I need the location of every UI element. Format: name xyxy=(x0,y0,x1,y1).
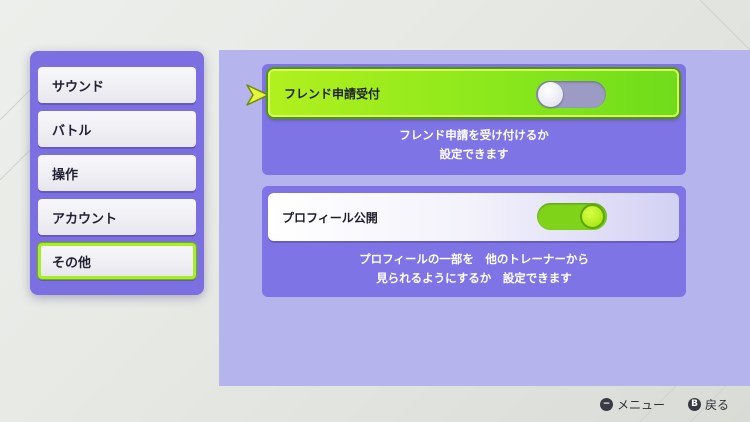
settings-category-menu: サウンド バトル 操作 アカウント その他 xyxy=(30,51,204,295)
back-hint[interactable]: B 戻る xyxy=(688,396,729,412)
sidebar-item-label: アカウント xyxy=(52,211,118,227)
description-line: 見られるようにするか 設定できます xyxy=(376,271,572,285)
menu-hint[interactable]: − メニュー xyxy=(600,396,665,412)
sidebar-item-label: サウンド xyxy=(52,79,105,95)
sidebar-item-battle[interactable]: バトル xyxy=(38,111,196,147)
sidebar-item-label: その他 xyxy=(52,255,92,271)
sidebar-item-account[interactable]: アカウント xyxy=(38,199,196,235)
description-line: プロフィールの一部を 他のトレーナーから xyxy=(359,252,589,266)
selection-cursor-icon xyxy=(246,84,269,106)
menu-hint-label: メニュー xyxy=(617,397,666,412)
sidebar-item-label: 操作 xyxy=(52,167,79,183)
description-line: フレンド申請を受け付けるか xyxy=(399,128,549,142)
profile-public-toggle[interactable] xyxy=(537,203,607,230)
toggle-knob xyxy=(538,82,563,107)
sidebar-item-other[interactable]: その他 xyxy=(38,243,196,279)
toggle-knob xyxy=(580,204,605,229)
back-hint-label: 戻る xyxy=(705,397,730,412)
profile-public-setting-row[interactable]: プロフィール公開 xyxy=(268,193,679,241)
setting-label: フレンド申請受付 xyxy=(284,86,381,101)
friend-request-toggle[interactable] xyxy=(536,81,606,108)
profile-public-description: プロフィールの一部を 他のトレーナーから 見られるようにするか 設定できます xyxy=(262,250,686,288)
sidebar-item-sound[interactable]: サウンド xyxy=(38,67,196,103)
b-button-icon: B xyxy=(688,397,701,411)
friend-request-setting-row[interactable]: フレンド申請受付 xyxy=(268,69,679,117)
sidebar-item-controls[interactable]: 操作 xyxy=(38,155,196,191)
minus-button-icon: − xyxy=(600,397,613,411)
friend-request-description: フレンド申請を受け付けるか 設定できます xyxy=(262,126,686,164)
description-line: 設定できます xyxy=(439,147,509,161)
setting-label: プロフィール公開 xyxy=(282,210,378,225)
sidebar-item-label: バトル xyxy=(52,123,92,139)
